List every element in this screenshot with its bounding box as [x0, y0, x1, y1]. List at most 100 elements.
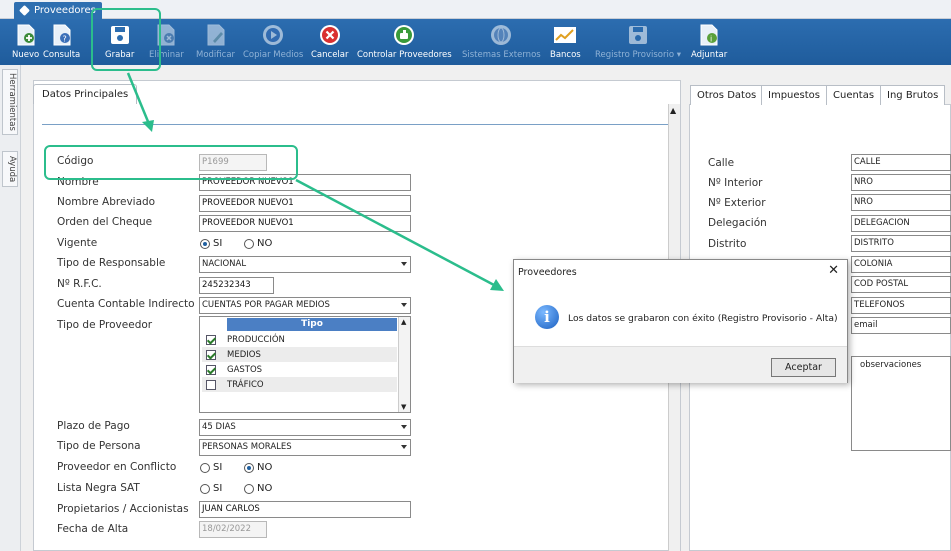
chevron-down-icon — [401, 262, 407, 266]
dialog-title: Proveedores — [518, 267, 577, 278]
cancelar-button[interactable]: Cancelar — [311, 19, 349, 65]
checkbox-checked-icon[interactable] — [206, 349, 216, 360]
vigente-no-radio[interactable]: NO — [244, 238, 272, 249]
fecha-alta-field[interactable]: 18/02/2022 — [199, 521, 267, 538]
tipo-responsable-select[interactable]: NACIONAL — [199, 256, 411, 273]
aceptar-button[interactable]: Aceptar — [771, 358, 836, 377]
list-item-label: MEDIOS — [227, 349, 261, 360]
list-item[interactable]: MEDIOS — [202, 347, 397, 362]
bancos-button[interactable]: Bancos — [550, 19, 581, 65]
save-disk-icon — [625, 22, 651, 48]
controlar-proveedores-button[interactable]: Controlar Proveedores — [357, 19, 452, 65]
adjuntar-button[interactable]: i Adjuntar — [691, 19, 727, 65]
chart-line-icon — [552, 22, 578, 48]
calle-label: Calle — [708, 157, 735, 169]
propietarios-field[interactable]: JUAN CARLOS — [199, 501, 411, 518]
consulta-label: Consulta — [43, 50, 81, 60]
tab-cuentas[interactable]: Cuentas — [826, 85, 882, 105]
modificar-label: Modificar — [196, 50, 236, 60]
cuenta-contable-select[interactable]: CUENTAS POR PAGAR MEDIOS — [199, 297, 411, 314]
radio-empty-icon — [244, 483, 254, 494]
list-item[interactable]: GASTOS — [202, 362, 397, 377]
email-field[interactable]: email — [851, 317, 951, 334]
lista-negra-no-radio[interactable]: NO — [244, 483, 272, 494]
telefonos-field[interactable]: TELEFONOS — [851, 297, 951, 314]
tipo-column-header: Tipo — [227, 318, 397, 331]
edit-doc-icon — [203, 22, 229, 48]
radio-empty-icon — [244, 238, 254, 249]
proveedor-conflicto-label: Proveedor en Conflicto — [57, 461, 177, 473]
nombre-abreviado-label: Nombre Abreviado — [57, 196, 156, 208]
scroll-down-icon[interactable]: ▼ — [401, 403, 406, 411]
lista-negra-no-label: NO — [257, 483, 273, 494]
chevron-down-icon — [401, 303, 407, 307]
list-item-label: TRÁFICO — [227, 379, 264, 390]
distrito-label: Distrito — [708, 238, 747, 250]
colonia-field[interactable]: COLONIA — [851, 256, 951, 273]
observaciones-field[interactable]: observaciones — [851, 356, 951, 451]
tipo-persona-value: PERSONAS MORALES — [202, 442, 292, 452]
tipo-responsable-label: Tipo de Responsable — [57, 257, 166, 269]
tab-impuestos[interactable]: Impuestos — [761, 85, 827, 105]
list-item[interactable]: TRÁFICO — [202, 377, 397, 392]
list-scrollbar[interactable]: ▲ ▼ — [398, 317, 410, 412]
fecha-alta-label: Fecha de Alta — [57, 523, 129, 535]
sistemas-externos-button[interactable]: Sistemas Externos — [462, 19, 541, 65]
conflicto-no-label: NO — [257, 462, 273, 473]
distrito-field[interactable]: DISTRITO — [851, 235, 951, 252]
vigente-si-radio[interactable]: SI — [200, 238, 222, 249]
rfc-field[interactable]: 245232343 — [199, 277, 274, 294]
tab-otros-datos[interactable]: Otros Datos — [690, 85, 764, 105]
tipo-responsable-value: NACIONAL — [202, 259, 247, 269]
tab-ayuda[interactable]: Ayuda — [2, 151, 18, 187]
tab-divider — [42, 124, 668, 125]
nombre-abreviado-field[interactable]: PROVEEDOR NUEVO1 — [199, 195, 411, 212]
radio-empty-icon — [200, 462, 210, 473]
tipo-proveedor-label: Tipo de Proveedor — [57, 319, 153, 331]
scroll-up-icon[interactable]: ▲ — [670, 106, 676, 115]
tab-ing-brutos[interactable]: Ing Brutos — [880, 85, 946, 105]
plazo-pago-select[interactable]: 45 DIAS — [199, 419, 411, 436]
list-item[interactable]: PRODUCCIÓN — [202, 332, 397, 347]
exterior-label: Nº Exterior — [708, 197, 766, 209]
exterior-field[interactable]: NRO — [851, 194, 951, 211]
conflicto-no-radio[interactable]: NO — [244, 462, 272, 473]
cuenta-contable-value: CUENTAS POR PAGAR MEDIOS — [202, 300, 330, 310]
orden-cheque-field[interactable]: PROVEEDOR NUEVO1 — [199, 215, 411, 232]
svg-text:?: ? — [62, 35, 66, 44]
interior-field[interactable]: NRO — [851, 174, 951, 191]
delegacion-field[interactable]: DELEGACION — [851, 215, 951, 232]
copiar-medios-button[interactable]: Copiar Medios — [243, 19, 303, 65]
registro-provisorio-button[interactable]: Registro Provisorio ▾ — [595, 19, 681, 65]
plazo-pago-value: 45 DIAS — [202, 422, 236, 432]
checkbox-empty-icon[interactable] — [206, 379, 216, 390]
nuevo-button[interactable]: Nuevo — [12, 19, 39, 65]
calle-field[interactable]: CALLE — [851, 154, 951, 171]
checkbox-checked-icon[interactable] — [206, 334, 216, 345]
cancelar-label: Cancelar — [311, 50, 349, 60]
cuenta-contable-label: Cuenta Contable Indirecto — [57, 298, 195, 310]
delegacion-label: Delegación — [708, 217, 767, 229]
success-dialog: Proveedores ✕ i Los datos se grabaron co… — [513, 259, 848, 383]
modificar-button[interactable]: Modificar — [196, 19, 235, 65]
conflicto-si-radio[interactable]: SI — [200, 462, 222, 473]
checkbox-checked-icon[interactable] — [206, 364, 216, 375]
globe-icon — [488, 22, 514, 48]
propietarios-label: Propietarios / Accionistas — [57, 503, 189, 515]
consulta-button[interactable]: ? Consulta — [43, 19, 80, 65]
lista-negra-si-radio[interactable]: SI — [200, 483, 222, 494]
radio-empty-icon — [200, 483, 210, 494]
tab-herramientas[interactable]: Herramientas — [2, 69, 18, 135]
tab-datos-principales[interactable]: Datos Principales — [33, 84, 138, 104]
vigente-label: Vigente — [57, 237, 98, 249]
svg-text:i: i — [710, 35, 712, 44]
new-doc-icon — [13, 22, 39, 48]
chevron-down-icon — [401, 425, 407, 429]
tipo-persona-select[interactable]: PERSONAS MORALES — [199, 439, 411, 456]
scroll-up-icon[interactable]: ▲ — [401, 318, 406, 326]
tipo-proveedor-list[interactable]: Tipo PRODUCCIÓN MEDIOS GASTOS TRÁFICO ▲ … — [199, 316, 411, 413]
app-tab[interactable]: Proveedores — [14, 2, 102, 19]
close-icon[interactable]: ✕ — [828, 263, 839, 278]
interior-label: Nº Interior — [708, 177, 763, 189]
cod-postal-field[interactable]: COD POSTAL — [851, 276, 951, 293]
